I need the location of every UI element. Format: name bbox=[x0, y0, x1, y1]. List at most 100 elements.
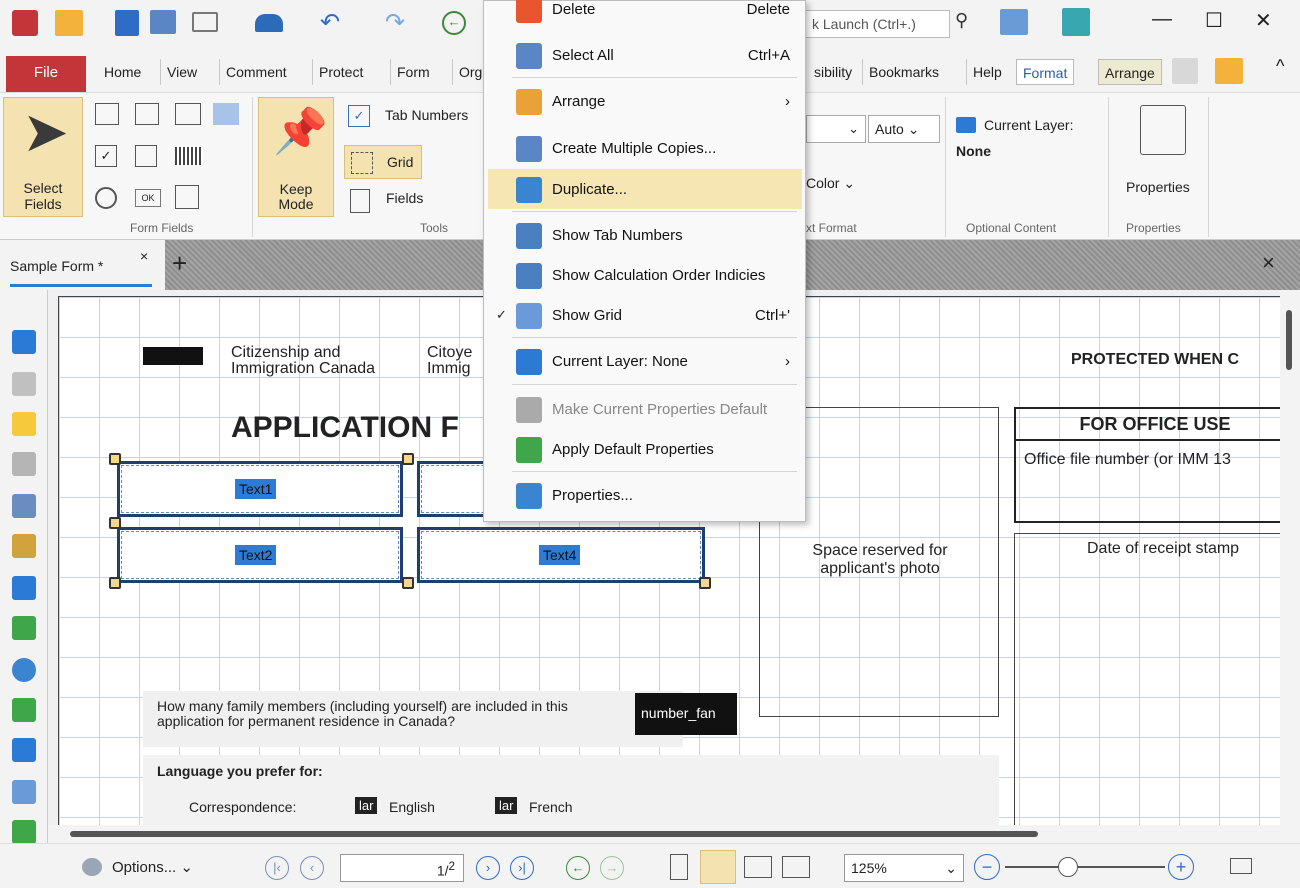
english-radio[interactable]: lar bbox=[355, 797, 378, 814]
tab-accessibility[interactable]: sibility bbox=[808, 59, 858, 85]
signatures-icon[interactable] bbox=[12, 534, 36, 558]
tab-view[interactable]: View bbox=[160, 59, 203, 85]
tab-comment[interactable]: Comment bbox=[219, 59, 293, 85]
next-page-icon[interactable]: › bbox=[476, 856, 500, 880]
tab-numbers-icon[interactable]: ✓ bbox=[348, 105, 370, 127]
properties-button[interactable]: Properties bbox=[1126, 179, 1190, 195]
date-field-icon[interactable] bbox=[175, 185, 199, 209]
fit-page-icon[interactable] bbox=[1230, 858, 1252, 874]
tab-bookmarks[interactable]: Bookmarks bbox=[862, 59, 945, 85]
push-button-icon[interactable]: OK bbox=[135, 189, 161, 207]
open-folder-icon[interactable] bbox=[55, 10, 83, 36]
tags-icon[interactable] bbox=[12, 780, 36, 804]
font-dropdown[interactable]: ⌄ bbox=[806, 115, 866, 143]
close-all-tabs-button[interactable]: × bbox=[1262, 250, 1275, 276]
menu-item-create-multiple-copies[interactable]: Create Multiple Copies... bbox=[488, 128, 802, 168]
print-icon[interactable] bbox=[150, 10, 176, 34]
menu-item-duplicate[interactable]: Duplicate... bbox=[488, 169, 802, 209]
save-icon[interactable] bbox=[115, 10, 139, 36]
last-page-icon[interactable]: ›| bbox=[510, 856, 534, 880]
content-icon[interactable] bbox=[12, 494, 36, 518]
grid-button[interactable]: Grid bbox=[344, 145, 422, 179]
image-field-icon[interactable] bbox=[213, 103, 239, 125]
tab-arrange[interactable]: Arrange bbox=[1098, 59, 1162, 85]
links-icon[interactable] bbox=[12, 738, 36, 762]
tab-home[interactable]: Home bbox=[98, 59, 147, 85]
menu-item-show-tab-numbers[interactable]: Show Tab Numbers bbox=[488, 215, 802, 255]
keep-mode-button[interactable]: 📌 Keep Mode bbox=[258, 97, 334, 217]
redo-icon[interactable]: ↷ bbox=[385, 8, 405, 37]
tab-help[interactable]: Help bbox=[966, 59, 1008, 85]
menu-item-arrange[interactable]: Arrange › bbox=[488, 81, 802, 121]
options-button[interactable]: Options... ⌄ bbox=[112, 858, 193, 876]
back-icon[interactable]: ← bbox=[442, 11, 466, 35]
horizontal-scroll-thumb[interactable] bbox=[70, 831, 1038, 837]
vertical-scrollbar[interactable] bbox=[1280, 290, 1300, 825]
resize-handle[interactable] bbox=[109, 453, 121, 465]
close-window-button[interactable]: ✕ bbox=[1255, 8, 1272, 33]
zoom-out-icon[interactable]: − bbox=[974, 854, 1000, 880]
tab-form[interactable]: Form bbox=[390, 59, 436, 85]
fields-button[interactable]: Fields bbox=[386, 190, 423, 206]
layout-icon[interactable] bbox=[1000, 9, 1028, 35]
file-menu[interactable]: File bbox=[6, 56, 86, 92]
minimize-button[interactable]: — bbox=[1152, 8, 1172, 31]
thumbnails-icon[interactable] bbox=[12, 372, 36, 396]
select-fields-button[interactable]: ➤ Select Fields bbox=[3, 97, 83, 217]
barcode-icon[interactable] bbox=[175, 147, 203, 165]
horizontal-scrollbar[interactable] bbox=[48, 825, 1280, 843]
single-page-icon[interactable] bbox=[670, 854, 688, 880]
close-tab-icon[interactable]: × bbox=[140, 248, 148, 264]
quick-launch-input[interactable]: k Launch (Ctrl+.) bbox=[805, 10, 950, 38]
continuous-page-icon[interactable] bbox=[700, 850, 736, 884]
menu-item-show-calculation-order-indicies[interactable]: Show Calculation Order Indicies bbox=[488, 255, 802, 295]
email-icon[interactable] bbox=[192, 12, 218, 32]
menu-item-select-all[interactable]: Select All Ctrl+A bbox=[488, 35, 802, 75]
folder-icon[interactable] bbox=[1215, 58, 1243, 84]
signature-field-icon[interactable] bbox=[175, 103, 201, 125]
fields-panel-icon[interactable] bbox=[12, 616, 36, 640]
structure-icon[interactable] bbox=[12, 698, 36, 722]
resize-handle[interactable] bbox=[109, 517, 121, 529]
page-number-input[interactable]: 1/2 bbox=[340, 854, 464, 882]
bookmarks-icon[interactable] bbox=[12, 330, 36, 354]
facing-continuous-icon[interactable] bbox=[782, 856, 810, 878]
number-family-field[interactable]: number_fan bbox=[635, 693, 737, 735]
order-icon[interactable] bbox=[12, 820, 36, 844]
zoom-slider-track[interactable] bbox=[1005, 866, 1165, 868]
destinations-icon[interactable] bbox=[12, 658, 36, 682]
tab-protect[interactable]: Protect bbox=[312, 59, 369, 85]
properties-icon[interactable] bbox=[1140, 105, 1186, 155]
layers-icon[interactable] bbox=[12, 576, 36, 600]
french-radio[interactable]: lar bbox=[495, 797, 518, 814]
resize-handle[interactable] bbox=[109, 577, 121, 589]
add-tab-button[interactable]: + bbox=[172, 248, 187, 279]
collapse-ribbon-button[interactable]: ^ bbox=[1276, 56, 1284, 77]
tab-numbers-button[interactable]: Tab Numbers bbox=[385, 107, 468, 123]
zoom-in-icon[interactable]: + bbox=[1168, 854, 1194, 880]
zoom-dropdown[interactable]: 125% ⌄ bbox=[844, 854, 964, 882]
back-view-icon[interactable]: ← bbox=[566, 856, 590, 880]
menu-item-make-current-properties-default[interactable]: Make Current Properties Default bbox=[488, 389, 802, 429]
fullscreen-icon[interactable] bbox=[1062, 8, 1090, 36]
text-field-icon[interactable] bbox=[95, 103, 119, 125]
menu-item-show-grid[interactable]: Show Grid Ctrl+' ✓ bbox=[488, 295, 802, 335]
previous-page-icon[interactable]: ‹ bbox=[300, 856, 324, 880]
menu-item-apply-default-properties[interactable]: Apply Default Properties bbox=[488, 429, 802, 469]
menu-item-current-layer-none[interactable]: Current Layer: None › bbox=[488, 341, 802, 381]
resize-handle[interactable] bbox=[699, 577, 711, 589]
resize-handle[interactable] bbox=[402, 577, 414, 589]
forward-view-icon[interactable]: → bbox=[600, 856, 624, 880]
undo-icon[interactable]: ↶ bbox=[320, 8, 340, 37]
menu-item-properties[interactable]: Properties... bbox=[488, 475, 802, 515]
current-layer-button[interactable]: Current Layer: bbox=[984, 117, 1073, 133]
fields-icon[interactable] bbox=[350, 189, 370, 213]
search-icon[interactable]: ⚲ bbox=[955, 10, 968, 31]
font-size-dropdown[interactable]: Auto ⌄ bbox=[868, 115, 940, 143]
resize-handle[interactable] bbox=[402, 453, 414, 465]
tab-format[interactable]: Format bbox=[1016, 59, 1075, 85]
attachments-icon[interactable] bbox=[12, 452, 36, 476]
menu-item-delete[interactable]: Delete Delete bbox=[488, 0, 802, 29]
scan-icon[interactable] bbox=[255, 14, 283, 32]
radio-button-icon[interactable] bbox=[95, 187, 117, 209]
